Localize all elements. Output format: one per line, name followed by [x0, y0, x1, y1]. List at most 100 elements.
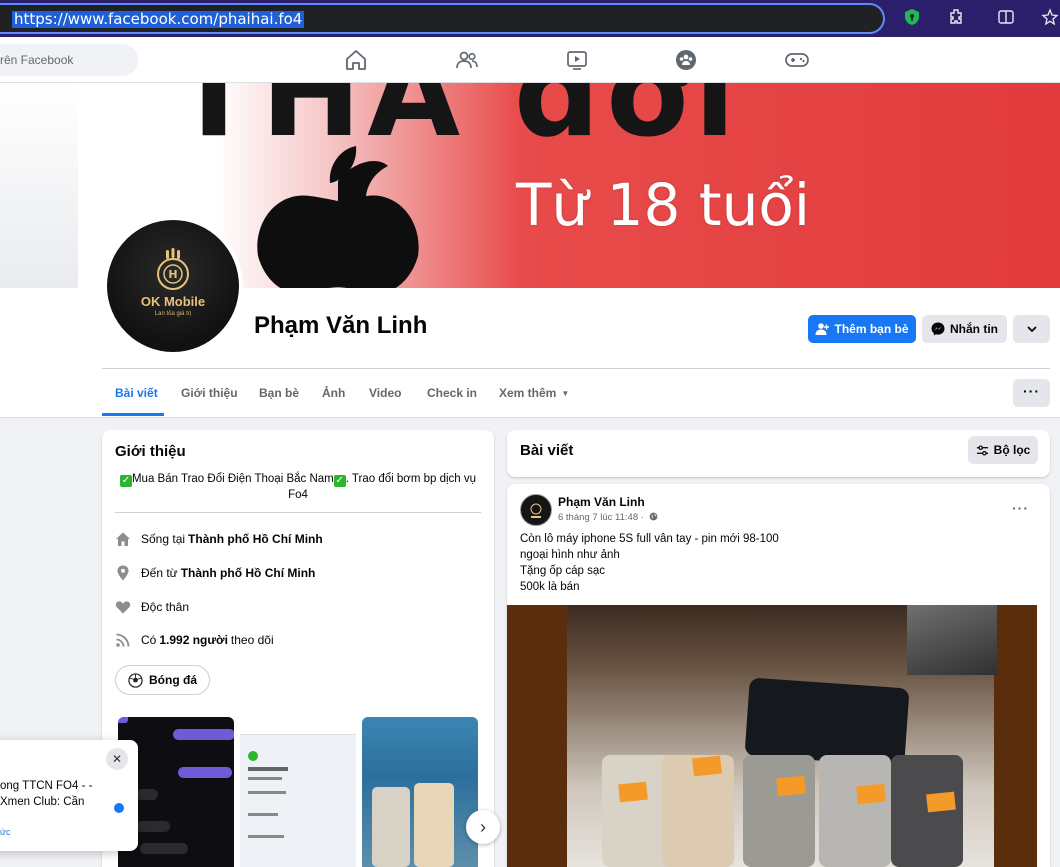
browser-toolbar: https://www.facebook.com/phaihai.fo4 — [0, 0, 1060, 37]
followers-suffix: theo dõi — [230, 633, 274, 647]
more-dots-icon: ··· — [1023, 383, 1040, 399]
filter-button[interactable]: Bộ lọc — [968, 436, 1038, 464]
tab-posts[interactable]: Bài viết — [115, 386, 158, 400]
ok-mobile-logo-icon: H — [157, 248, 189, 290]
location-pin-icon — [115, 565, 131, 581]
featured-photo-phones-3[interactable] — [362, 717, 478, 867]
success-check-icon — [248, 751, 258, 761]
notification-close-button[interactable]: ✕ — [106, 748, 128, 770]
groups-icon[interactable] — [674, 48, 700, 74]
post-timestamp-text: 6 tháng 7 lúc 11:48 · — [558, 512, 644, 523]
password-manager-icon[interactable] — [902, 8, 922, 28]
profile-name: Phạm Văn Linh — [254, 312, 428, 339]
photo-object — [907, 605, 997, 675]
message-label: Nhắn tin — [950, 322, 998, 336]
photo-app-bar — [240, 717, 356, 735]
add-friend-icon — [815, 323, 830, 335]
notification-link[interactable]: ức — [0, 827, 11, 837]
tab-video[interactable]: Video — [369, 386, 401, 400]
photo-text-line — [248, 813, 278, 816]
heart-icon — [115, 599, 131, 615]
check-mark-icon: ✓ — [333, 475, 346, 487]
check-mark-icon: ✓ — [119, 475, 132, 487]
filter-sliders-icon — [976, 444, 988, 456]
tab-see-more-label: Xem thêm — [499, 386, 557, 400]
info-followers: Có 1.992 người theo dõi — [115, 631, 274, 649]
info-from: Đến từ Thành phố Hồ Chí Minh — [115, 564, 315, 582]
chat-bubble — [173, 729, 234, 740]
info-lives-in: Sống tại Thành phố Hồ Chí Minh — [115, 530, 323, 548]
intro-divider — [115, 512, 481, 513]
photo-text-line — [248, 835, 284, 838]
info-relationship: Độc thân — [115, 598, 189, 616]
profile-menu-button[interactable]: ··· — [1013, 379, 1050, 407]
favorites-star-icon[interactable] — [1040, 8, 1060, 28]
caret-down-icon: ▼ — [561, 389, 570, 398]
post-author-avatar[interactable] — [520, 494, 552, 526]
tab-photos[interactable]: Ảnh — [322, 386, 345, 400]
split-screen-icon[interactable] — [996, 8, 1016, 28]
followers-count[interactable]: 1.992 người — [159, 633, 228, 647]
avatar-slogan: Lan tỏa giá trị — [154, 311, 192, 317]
search-placeholder: rên Facebook — [0, 53, 74, 67]
lives-prefix: Sống tại — [141, 532, 186, 546]
photos-next-button[interactable]: › — [466, 810, 500, 844]
post-text-line-1: Còn lô máy iphone 5S full vân tay - pin … — [520, 533, 779, 545]
phone-shape — [744, 677, 910, 767]
add-friend-button[interactable]: Thêm bạn bè — [808, 315, 916, 343]
address-bar-url[interactable]: https://www.facebook.com/phaihai.fo4 — [12, 11, 305, 28]
post-text-line-4: 500k là bán — [520, 581, 580, 593]
phone-shape — [372, 787, 410, 867]
chat-bubble — [136, 821, 170, 832]
intro-bio: ✓ Mua Bán Trao Đổi Điện Thoại Bắc Nam ✓. T… — [115, 471, 481, 503]
price-tag — [776, 775, 806, 797]
post-timestamp[interactable]: 6 tháng 7 lúc 11:48 · — [558, 512, 658, 523]
tab-checkin[interactable]: Check in — [427, 386, 477, 400]
chat-bubble — [136, 789, 158, 800]
cover-left-strip — [0, 83, 78, 288]
rss-feed-icon — [115, 632, 131, 648]
gaming-icon[interactable] — [784, 48, 810, 74]
messenger-icon — [931, 322, 945, 336]
phone-shape — [743, 755, 815, 867]
post-photo[interactable] — [507, 605, 1037, 867]
hobby-chip-football[interactable]: Bóng đá — [115, 665, 210, 695]
tab-see-more[interactable]: Xem thêm ▼ — [499, 386, 569, 400]
more-dots-icon: ··· — [1012, 500, 1029, 516]
chat-bubble — [140, 843, 188, 854]
home-icon[interactable] — [344, 48, 370, 74]
post-text-line-2: ngoại hình như ảnh — [520, 549, 620, 561]
photo-text-line — [248, 777, 282, 780]
tab-about[interactable]: Giới thiệu — [181, 386, 238, 400]
chat-bubble — [118, 717, 128, 723]
lives-city[interactable]: Thành phố Hồ Chí Minh — [188, 532, 323, 546]
relationship-status: Độc thân — [141, 600, 190, 614]
address-bar[interactable]: https://www.facebook.com/phaihai.fo4 — [0, 3, 885, 34]
profile-avatar[interactable]: H OK Mobile Lan tỏa giá trị — [103, 216, 243, 356]
watch-icon[interactable] — [565, 48, 591, 74]
hobby-label: Bóng đá — [149, 673, 197, 687]
chevron-down-icon — [1026, 326, 1037, 333]
from-prefix: Đến từ — [141, 566, 178, 580]
more-options-button[interactable] — [1013, 315, 1050, 343]
price-tag — [856, 783, 886, 805]
close-icon: ✕ — [111, 752, 123, 766]
message-button[interactable]: Nhắn tin — [922, 315, 1007, 343]
notification-popup[interactable]: ✕ ong TTCN FO4 - - Xmen Club: Cần ức — [0, 740, 138, 851]
post-author-name[interactable]: Phạm Văn Linh — [558, 495, 645, 509]
tab-friends[interactable]: Bạn bè — [259, 386, 299, 400]
filter-label: Bộ lọc — [993, 443, 1031, 457]
price-tag — [618, 781, 648, 803]
post-text-line-3: Tặng ốp cáp sạc — [520, 565, 606, 577]
from-city[interactable]: Thành phố Hồ Chí Minh — [181, 566, 316, 580]
friends-icon[interactable] — [455, 48, 481, 74]
chevron-right-icon: › — [480, 816, 486, 837]
featured-photo-transfer-2[interactable] — [240, 717, 356, 867]
house-icon — [115, 531, 131, 547]
extensions-icon[interactable] — [946, 8, 966, 28]
post-options-button[interactable]: ··· — [1012, 500, 1029, 516]
facebook-top-nav: rên Facebook — [0, 37, 1060, 83]
facebook-search-input[interactable]: rên Facebook — [0, 44, 138, 76]
bio-part-1: Mua Bán Trao Đổi Điện Thoại Bắc Nam — [131, 473, 334, 485]
price-tag — [692, 755, 722, 777]
